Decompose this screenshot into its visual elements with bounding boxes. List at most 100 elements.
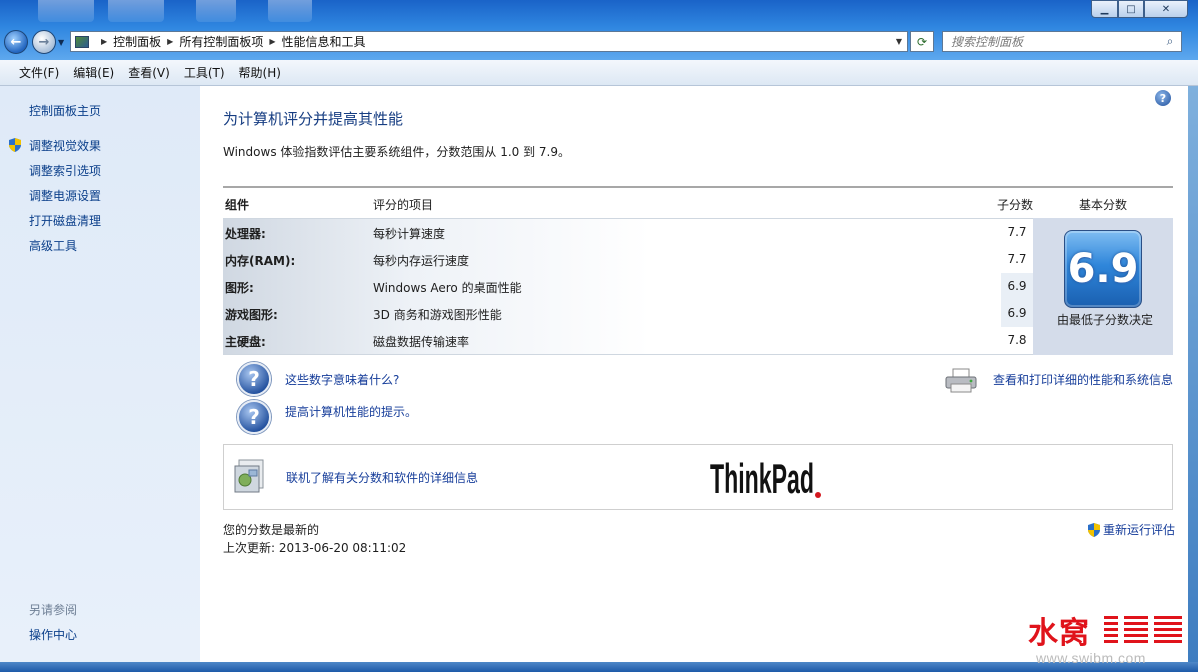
sidebar: 控制面板主页 调整视觉效果 调整索引选项 调整电源设置 打开磁盘清理 高级工具 … (0, 86, 200, 662)
header-rated-item: 评分的项目 (373, 198, 434, 212)
printer-icon (945, 368, 977, 393)
online-info-panel: 联机了解有关分数和软件的详细信息 ThinkPad (223, 444, 1173, 510)
table-row: 游戏图形: 3D 商务和游戏图形性能 6.9 (223, 300, 1033, 327)
score-status: 您的分数是最新的 (223, 523, 320, 537)
rated-item-label: 每秒内存运行速度 (373, 254, 470, 268)
breadcrumb-performance[interactable]: 性能信息和工具 (282, 33, 366, 50)
control-panel-icon (75, 35, 89, 48)
component-label: 图形: (225, 281, 254, 295)
window-frame: ▁ □ ✕ ← → ▼ ▶ 控制面板 ▶ 所有控制面板项 ▶ 性能信息和工具 ▼… (0, 0, 1198, 60)
breadcrumb-all-items[interactable]: 所有控制面板项 (179, 33, 263, 50)
component-label: 主硬盘: (225, 335, 266, 349)
address-bar[interactable]: ▶ 控制面板 ▶ 所有控制面板项 ▶ 性能信息和工具 ▼ (70, 31, 908, 52)
watermark-ibm-logo (1104, 616, 1182, 643)
search-box[interactable]: ⌕ (942, 31, 1182, 52)
table-body: 处理器: 每秒计算速度 7.7 内存(RAM): 每秒内存运行速度 7.7 图形… (223, 218, 1173, 355)
window-body: 控制面板主页 调整视觉效果 调整索引选项 调整电源设置 打开磁盘清理 高级工具 … (0, 86, 1188, 662)
desktop-icon[interactable] (108, 0, 164, 22)
menu-edit[interactable]: 编辑(E) (66, 64, 121, 81)
maximize-button[interactable]: □ (1118, 0, 1144, 18)
intro-text: Windows 体验指数评估主要系统组件，分数范围从 1.0 到 7.9。 (223, 145, 570, 159)
header-subscore: 子分数 (997, 198, 1034, 212)
table-row: 处理器: 每秒计算速度 7.7 (223, 219, 1033, 246)
chevron-right-icon[interactable]: ▶ (167, 37, 173, 46)
base-score-caption: 由最低子分数决定 (1056, 313, 1153, 327)
page-title: 为计算机评分并提高其性能 (223, 110, 404, 128)
desktop-icon[interactable] (268, 0, 312, 22)
sidebar-item-home[interactable]: 控制面板主页 (29, 102, 101, 119)
component-label: 游戏图形: (225, 308, 278, 322)
back-button[interactable]: ← (4, 30, 28, 54)
sidebar-item-disk-cleanup[interactable]: 打开磁盘清理 (29, 212, 101, 229)
taskbar-edge (0, 662, 1198, 672)
arrow-right-icon: → (38, 34, 50, 50)
rated-item-label: 磁盘数据传输速率 (373, 335, 470, 349)
menu-file[interactable]: 文件(F) (12, 64, 66, 81)
subscore-value: 7.8 (1007, 333, 1027, 347)
component-label: 内存(RAM): (225, 254, 296, 268)
rated-item-label: Windows Aero 的桌面性能 (373, 281, 522, 295)
sidebar-item-action-center[interactable]: 操作中心 (29, 626, 77, 643)
desktop-background (1188, 86, 1198, 672)
search-input[interactable] (951, 34, 1159, 49)
desktop-icon[interactable] (38, 0, 94, 22)
link-print-details[interactable]: 查看和打印详细的性能和系统信息 (993, 371, 1173, 388)
thinkpad-logo: ThinkPad (710, 455, 821, 501)
link-performance-tips[interactable]: 提高计算机性能的提示。 (285, 403, 417, 420)
recent-pages-dropdown[interactable]: ▼ (58, 38, 64, 47)
table-divider (223, 186, 1173, 188)
chevron-down-icon[interactable]: ▼ (891, 37, 907, 46)
watermark-url: www.swibm.com (1036, 650, 1146, 666)
subscore-value: 7.7 (1007, 225, 1027, 239)
table-row: 图形: Windows Aero 的桌面性能 6.9 (223, 273, 1033, 300)
score-table: 组件 评分的项目 子分数 基本分数 处理器: 每秒计算速度 7.7 内存(RAM… (223, 186, 1173, 356)
chevron-right-icon[interactable]: ▶ (269, 37, 275, 46)
help-icon[interactable]: ? (1155, 90, 1171, 106)
base-score-panel: 6.9 由最低子分数决定 (1033, 218, 1173, 355)
uac-shield-icon (1087, 522, 1100, 537)
main-content: ? 为计算机评分并提高其性能 Windows 体验指数评估主要系统组件，分数范围… (223, 86, 1175, 662)
link-online-details[interactable]: 联机了解有关分数和软件的详细信息 (286, 469, 478, 486)
rerun-label[interactable]: 重新运行评估 (1103, 521, 1175, 538)
rated-item-label: 3D 商务和游戏图形性能 (373, 308, 502, 322)
window-controls: ▁ □ ✕ (1091, 0, 1188, 18)
menu-tools[interactable]: 工具(T) (177, 64, 232, 81)
sidebar-item-indexing[interactable]: 调整索引选项 (29, 162, 101, 179)
link-what-numbers-mean[interactable]: 这些数字意味着什么? (285, 371, 399, 388)
table-row: 内存(RAM): 每秒内存运行速度 7.7 (223, 246, 1033, 273)
subscore-value-lowest: 6.9 (1001, 300, 1033, 327)
last-update: 上次更新: 2013-06-20 08:11:02 (223, 541, 407, 555)
arrow-left-icon: ← (10, 34, 22, 50)
header-component: 组件 (225, 198, 250, 212)
header-base-score: 基本分数 (1079, 198, 1128, 212)
breadcrumb-control-panel[interactable]: 控制面板 (113, 33, 161, 50)
see-also-heading: 另请参阅 (29, 603, 78, 617)
menu-view[interactable]: 查看(V) (121, 64, 177, 81)
menu-help[interactable]: 帮助(H) (232, 64, 288, 81)
menu-bar: 文件(F) 编辑(E) 查看(V) 工具(T) 帮助(H) (0, 60, 1198, 86)
table-row: 主硬盘: 磁盘数据传输速率 7.8 (223, 327, 1033, 354)
refresh-icon: ⟳ (916, 34, 928, 49)
question-icon: ? (237, 362, 271, 396)
software-tools-icon (234, 459, 264, 493)
rated-item-label: 每秒计算速度 (373, 227, 446, 241)
uac-shield-icon (9, 138, 21, 152)
chevron-right-icon[interactable]: ▶ (101, 37, 107, 46)
site-watermark: 水窝 www.swibm.com (1028, 608, 1188, 668)
question-icon: ? (237, 400, 271, 434)
base-score-badge: 6.9 (1064, 230, 1142, 308)
rerun-assessment-link[interactable]: 重新运行评估 (1087, 521, 1175, 538)
minimize-button[interactable]: ▁ (1091, 0, 1118, 18)
svg-text:ThinkPad: ThinkPad (710, 455, 814, 501)
refresh-button[interactable]: ⟳ (910, 31, 934, 52)
close-button[interactable]: ✕ (1144, 0, 1188, 18)
desktop-icon[interactable] (196, 0, 236, 22)
sidebar-item-advanced-tools[interactable]: 高级工具 (29, 237, 77, 254)
sidebar-item-power[interactable]: 调整电源设置 (29, 187, 101, 204)
sidebar-item-visual-effects[interactable]: 调整视觉效果 (29, 137, 101, 154)
forward-button[interactable]: → (32, 30, 56, 54)
subscore-value-lowest: 6.9 (1001, 273, 1033, 300)
search-icon[interactable]: ⌕ (1159, 34, 1181, 49)
subscore-value: 7.7 (1007, 252, 1027, 266)
component-label: 处理器: (225, 227, 266, 241)
